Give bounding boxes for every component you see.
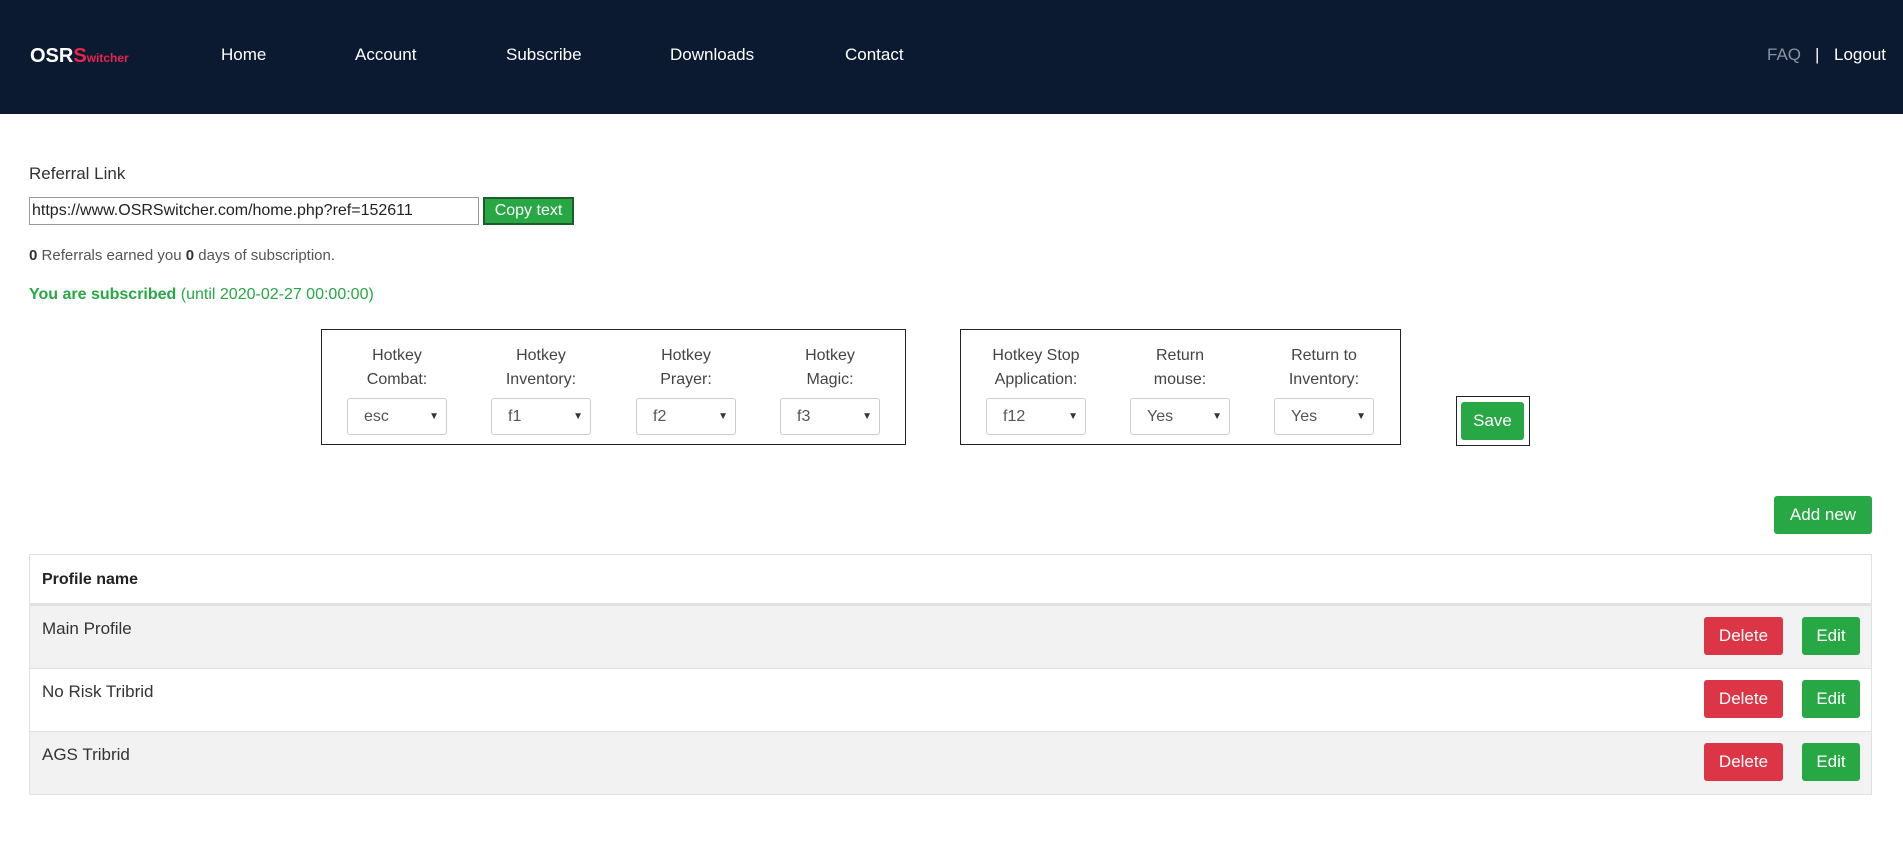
hotkey-combat-value: esc bbox=[364, 408, 389, 425]
edit-button[interactable]: Edit bbox=[1802, 680, 1860, 718]
hotkey-magic-select[interactable]: f3 ▼ bbox=[780, 398, 880, 435]
hotkey-combat-label-line2: Combat: bbox=[366, 371, 428, 388]
profiles-table-header: Profile name bbox=[30, 555, 1871, 605]
return-mouse-value: Yes bbox=[1147, 408, 1174, 425]
chevron-down-icon: ▼ bbox=[718, 411, 728, 422]
top-navbar: OSRSwitcher Home Account Subscribe Downl… bbox=[0, 0, 1903, 114]
hotkey-prayer: Hotkey Prayer: f2 ▼ bbox=[636, 344, 736, 435]
hotkey-inventory-label-line1: Hotkey bbox=[516, 347, 566, 364]
hotkey-stop-label-line2: Application: bbox=[994, 371, 1078, 388]
chevron-down-icon: ▼ bbox=[573, 411, 583, 422]
hotkey-inventory: Hotkey Inventory: f1 ▼ bbox=[491, 344, 591, 435]
referral-link-input[interactable] bbox=[29, 197, 479, 225]
hotkey-prayer-label-line1: Hotkey bbox=[661, 347, 711, 364]
chevron-down-icon: ▼ bbox=[1212, 411, 1222, 422]
nav-link-subscribe[interactable]: Subscribe bbox=[506, 45, 582, 65]
hotkey-prayer-select[interactable]: f2 ▼ bbox=[636, 398, 736, 435]
hotkey-panel-main: Hotkey Combat: esc ▼ Hotkey Inventory: f… bbox=[321, 329, 906, 445]
hotkey-magic-value: f3 bbox=[797, 408, 811, 425]
hotkey-stop-label: Hotkey Stop Application: bbox=[986, 344, 1086, 392]
chevron-down-icon: ▼ bbox=[1356, 411, 1366, 422]
add-new-button[interactable]: Add new bbox=[1774, 496, 1872, 534]
return-mouse-label-line2: mouse: bbox=[1153, 371, 1207, 388]
chevron-down-icon: ▼ bbox=[429, 411, 439, 422]
hotkey-stop-value: f12 bbox=[1003, 408, 1026, 425]
hotkey-magic-label: Hotkey Magic: bbox=[780, 344, 880, 392]
nav-link-logout[interactable]: Logout bbox=[1834, 45, 1886, 65]
hotkey-stop-label-line1: Hotkey Stop bbox=[992, 347, 1080, 364]
referral-days-text: days of subscription. bbox=[198, 247, 336, 264]
profile-name: No Risk Tribrid bbox=[42, 682, 154, 701]
profile-name: AGS Tribrid bbox=[42, 745, 130, 764]
return-to-inventory-label-line1: Return to bbox=[1291, 347, 1357, 364]
return-to-inventory-label: Return to Inventory: bbox=[1274, 344, 1374, 392]
chevron-down-icon: ▼ bbox=[862, 411, 872, 422]
referral-days: 0 bbox=[185, 247, 195, 264]
return-to-inventory-value: Yes bbox=[1291, 408, 1318, 425]
edit-button[interactable]: Edit bbox=[1802, 617, 1860, 655]
table-row: AGS Tribrid Delete Edit bbox=[30, 731, 1871, 794]
nav-separator: | bbox=[1815, 45, 1820, 64]
hotkey-prayer-label: Hotkey Prayer: bbox=[636, 344, 736, 392]
return-mouse-select[interactable]: Yes ▼ bbox=[1130, 398, 1230, 435]
table-row: Main Profile Delete Edit bbox=[30, 605, 1871, 668]
copy-text-button[interactable]: Copy text bbox=[483, 197, 574, 225]
hotkey-magic-label-line1: Hotkey bbox=[805, 347, 855, 364]
referral-count: 0 bbox=[29, 247, 38, 264]
save-button[interactable]: Save bbox=[1461, 402, 1524, 440]
subscription-status: You are subscribed (until 2020-02-27 00:… bbox=[29, 286, 374, 304]
return-mouse: Return mouse: Yes ▼ bbox=[1130, 344, 1230, 435]
nav-link-downloads[interactable]: Downloads bbox=[670, 45, 754, 65]
hotkey-inventory-label: Hotkey Inventory: bbox=[491, 344, 591, 392]
referral-earned-text: Referrals earned you bbox=[41, 247, 182, 264]
referral-summary: 0 Referrals earned you 0 days of subscri… bbox=[29, 247, 335, 264]
delete-button[interactable]: Delete bbox=[1704, 680, 1783, 718]
return-to-inventory: Return to Inventory: Yes ▼ bbox=[1274, 344, 1374, 435]
hotkey-magic: Hotkey Magic: f3 ▼ bbox=[780, 344, 880, 435]
hotkey-magic-label-line2: Magic: bbox=[806, 371, 854, 388]
hotkey-combat: Hotkey Combat: esc ▼ bbox=[347, 344, 447, 435]
hotkey-inventory-label-line2: Inventory: bbox=[505, 371, 577, 388]
nav-link-faq[interactable]: FAQ bbox=[1767, 45, 1801, 65]
logo-witcher: witcher bbox=[86, 51, 129, 65]
hotkey-combat-label-line1: Hotkey bbox=[372, 347, 422, 364]
subscription-until: (until 2020-02-27 00:00:00) bbox=[180, 286, 374, 303]
logo-s: S bbox=[73, 45, 87, 67]
return-mouse-label-line1: Return bbox=[1155, 347, 1205, 364]
profile-name: Main Profile bbox=[42, 619, 132, 638]
site-logo[interactable]: OSRSwitcher bbox=[30, 45, 129, 68]
subscription-status-label: You are subscribed bbox=[29, 286, 177, 303]
nav-link-account[interactable]: Account bbox=[355, 45, 416, 65]
hotkey-inventory-value: f1 bbox=[508, 408, 522, 425]
table-row: No Risk Tribrid Delete Edit bbox=[30, 668, 1871, 731]
hotkey-combat-select[interactable]: esc ▼ bbox=[347, 398, 447, 435]
chevron-down-icon: ▼ bbox=[1068, 411, 1078, 422]
logo-osr: OSR bbox=[30, 45, 74, 67]
hotkey-panel-options: Hotkey Stop Application: f12 ▼ Return mo… bbox=[960, 329, 1401, 445]
delete-button[interactable]: Delete bbox=[1704, 617, 1783, 655]
return-to-inventory-select[interactable]: Yes ▼ bbox=[1274, 398, 1374, 435]
nav-link-contact[interactable]: Contact bbox=[845, 45, 904, 65]
nav-link-home[interactable]: Home bbox=[221, 45, 266, 65]
profiles-table: Profile name Main Profile Delete Edit No… bbox=[29, 554, 1872, 795]
save-button-frame: Save bbox=[1456, 396, 1530, 446]
hotkey-inventory-select[interactable]: f1 ▼ bbox=[491, 398, 591, 435]
hotkey-prayer-label-line2: Prayer: bbox=[660, 371, 712, 388]
return-to-inventory-label-line2: Inventory: bbox=[1288, 371, 1360, 388]
hotkey-prayer-value: f2 bbox=[653, 408, 667, 425]
delete-button[interactable]: Delete bbox=[1704, 743, 1783, 781]
hotkey-combat-label: Hotkey Combat: bbox=[347, 344, 447, 392]
hotkey-stop-select[interactable]: f12 ▼ bbox=[986, 398, 1086, 435]
hotkey-stop-application: Hotkey Stop Application: f12 ▼ bbox=[986, 344, 1086, 435]
edit-button[interactable]: Edit bbox=[1802, 743, 1860, 781]
return-mouse-label: Return mouse: bbox=[1130, 344, 1230, 392]
referral-link-label: Referral Link bbox=[29, 164, 126, 183]
